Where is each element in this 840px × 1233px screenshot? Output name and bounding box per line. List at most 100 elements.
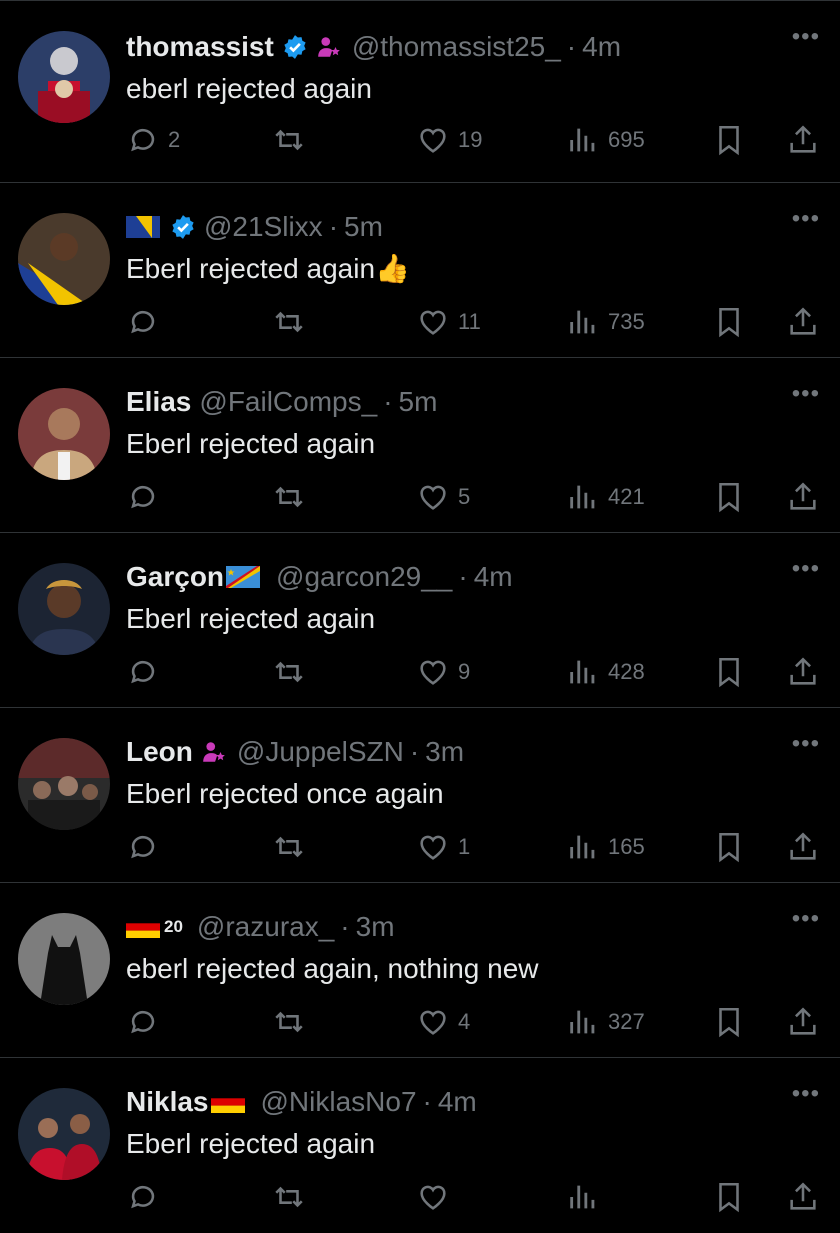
tweet[interactable]: Niklas @NiklasNo7 · 4m ••• Eberl rejecte… — [0, 1058, 840, 1233]
views-button[interactable]: 735 — [566, 305, 645, 339]
views-button[interactable]: 421 — [566, 480, 645, 514]
avatar[interactable] — [18, 1088, 110, 1180]
like-button[interactable]: 4 — [416, 1005, 470, 1039]
share-button[interactable] — [786, 830, 820, 864]
timestamp[interactable]: 3m — [425, 732, 464, 772]
handle[interactable]: @FailComps_ — [199, 382, 377, 422]
share-button[interactable] — [786, 305, 820, 339]
handle[interactable]: @NiklasNo7 — [261, 1082, 417, 1122]
views-button[interactable]: 695 — [566, 123, 645, 157]
more-options-icon[interactable]: ••• — [792, 907, 820, 931]
share-button[interactable] — [786, 655, 820, 689]
tweet[interactable]: Elias @FailComps_ · 5m ••• Eberl rejecte… — [0, 358, 840, 533]
bookmark-button[interactable] — [712, 830, 746, 864]
reply-icon — [131, 835, 155, 859]
like-button[interactable]: 5 — [416, 480, 470, 514]
analytics-icon — [570, 310, 595, 334]
handle[interactable]: @razurax_ — [197, 907, 334, 947]
display-name[interactable]: thomassist — [126, 27, 274, 67]
bookmark-button[interactable] — [712, 655, 746, 689]
reply-button[interactable] — [126, 480, 168, 514]
avatar[interactable] — [18, 31, 110, 123]
view-count: 421 — [608, 484, 645, 509]
handle[interactable]: @thomassist25_ — [352, 27, 561, 67]
tweet-actions: 11 735 — [126, 305, 826, 341]
like-button[interactable]: 19 — [416, 123, 482, 157]
avatar[interactable] — [18, 738, 110, 830]
reply-button[interactable] — [126, 1005, 168, 1039]
handle[interactable]: @garcon29__ — [276, 557, 452, 597]
bookmark-button[interactable] — [712, 480, 746, 514]
bookmark-button[interactable] — [712, 1005, 746, 1039]
tweet-actions: 4 327 — [126, 1005, 826, 1041]
avatar[interactable] — [18, 563, 110, 655]
display-name[interactable]: Elias — [126, 382, 191, 422]
timestamp[interactable]: 4m — [438, 1082, 477, 1122]
tweet[interactable]: Garçon @garcon29__ · 4m ••• Eberl reject… — [0, 533, 840, 708]
retweet-button[interactable] — [272, 305, 314, 339]
bookmark-button[interactable] — [712, 123, 746, 157]
tweet[interactable]: thomassist @thomassist25_ · 4m ••• eberl… — [0, 0, 840, 183]
avatar[interactable] — [18, 913, 110, 1005]
reply-button[interactable] — [126, 305, 168, 339]
bookmark-icon — [719, 307, 739, 338]
handle[interactable]: @21Slixx — [204, 207, 323, 247]
retweet-button[interactable] — [272, 480, 314, 514]
display-name[interactable]: Leon — [126, 732, 193, 772]
like-button[interactable] — [416, 1180, 450, 1214]
heart-icon — [420, 485, 446, 510]
more-options-icon[interactable]: ••• — [792, 207, 820, 231]
avatar[interactable] — [18, 213, 110, 305]
analytics-icon — [570, 1010, 595, 1034]
bookmark-button[interactable] — [712, 1180, 746, 1214]
more-options-icon[interactable]: ••• — [792, 382, 820, 406]
views-button[interactable] — [566, 1180, 600, 1214]
reply-button[interactable]: 2 — [126, 123, 180, 157]
timestamp[interactable]: 4m — [582, 27, 621, 67]
avatar[interactable] — [18, 388, 110, 480]
retweet-button[interactable] — [272, 1180, 306, 1214]
timestamp[interactable]: 5m — [344, 207, 383, 247]
reply-button[interactable] — [126, 830, 168, 864]
timestamp[interactable]: 3m — [356, 907, 395, 947]
retweet-button[interactable] — [272, 123, 314, 157]
more-options-icon[interactable]: ••• — [792, 1082, 820, 1106]
retweet-button[interactable] — [272, 655, 314, 689]
share-button[interactable] — [786, 123, 820, 157]
like-button[interactable]: 9 — [416, 655, 470, 689]
display-name[interactable]: Garçon — [126, 557, 224, 597]
retweet-button[interactable] — [272, 1005, 314, 1039]
share-button[interactable] — [786, 1005, 820, 1039]
tweet-actions: 1 165 — [126, 830, 826, 866]
more-options-icon[interactable]: ••• — [792, 25, 820, 49]
more-options-icon[interactable]: ••• — [792, 732, 820, 756]
handle[interactable]: @JuppelSZN — [237, 732, 404, 772]
view-count: 735 — [608, 309, 645, 334]
tweet-text: eberl rejected again, nothing new — [126, 953, 539, 984]
subscriber-icon — [203, 742, 225, 762]
tweet[interactable]: 20 @razurax_ · 3m ••• eberl rejected aga… — [0, 883, 840, 1058]
reply-button[interactable] — [126, 1180, 160, 1214]
more-options-icon[interactable]: ••• — [792, 557, 820, 581]
views-button[interactable]: 165 — [566, 830, 645, 864]
analytics-icon — [570, 485, 595, 509]
heart-icon — [420, 128, 446, 153]
tweet-text: eberl rejected again — [126, 73, 372, 104]
tweet[interactable]: Leon @JuppelSZN · 3m ••• Eberl rejected … — [0, 708, 840, 883]
tweet[interactable]: @21Slixx · 5m ••• Eberl rejected again👍 … — [0, 183, 840, 358]
reply-button[interactable] — [126, 655, 168, 689]
share-button[interactable] — [786, 480, 820, 514]
retweet-button[interactable] — [272, 830, 314, 864]
reply-count: 2 — [168, 127, 181, 152]
display-name[interactable]: Niklas — [126, 1082, 209, 1122]
bookmark-button[interactable] — [712, 305, 746, 339]
heart-icon — [420, 660, 446, 685]
heart-icon — [420, 310, 446, 335]
views-button[interactable]: 327 — [566, 1005, 645, 1039]
views-button[interactable]: 428 — [566, 655, 645, 689]
timestamp[interactable]: 4m — [474, 557, 513, 597]
like-button[interactable]: 11 — [416, 305, 481, 339]
share-button[interactable] — [786, 1180, 820, 1214]
like-button[interactable]: 1 — [416, 830, 470, 864]
timestamp[interactable]: 5m — [399, 382, 438, 422]
